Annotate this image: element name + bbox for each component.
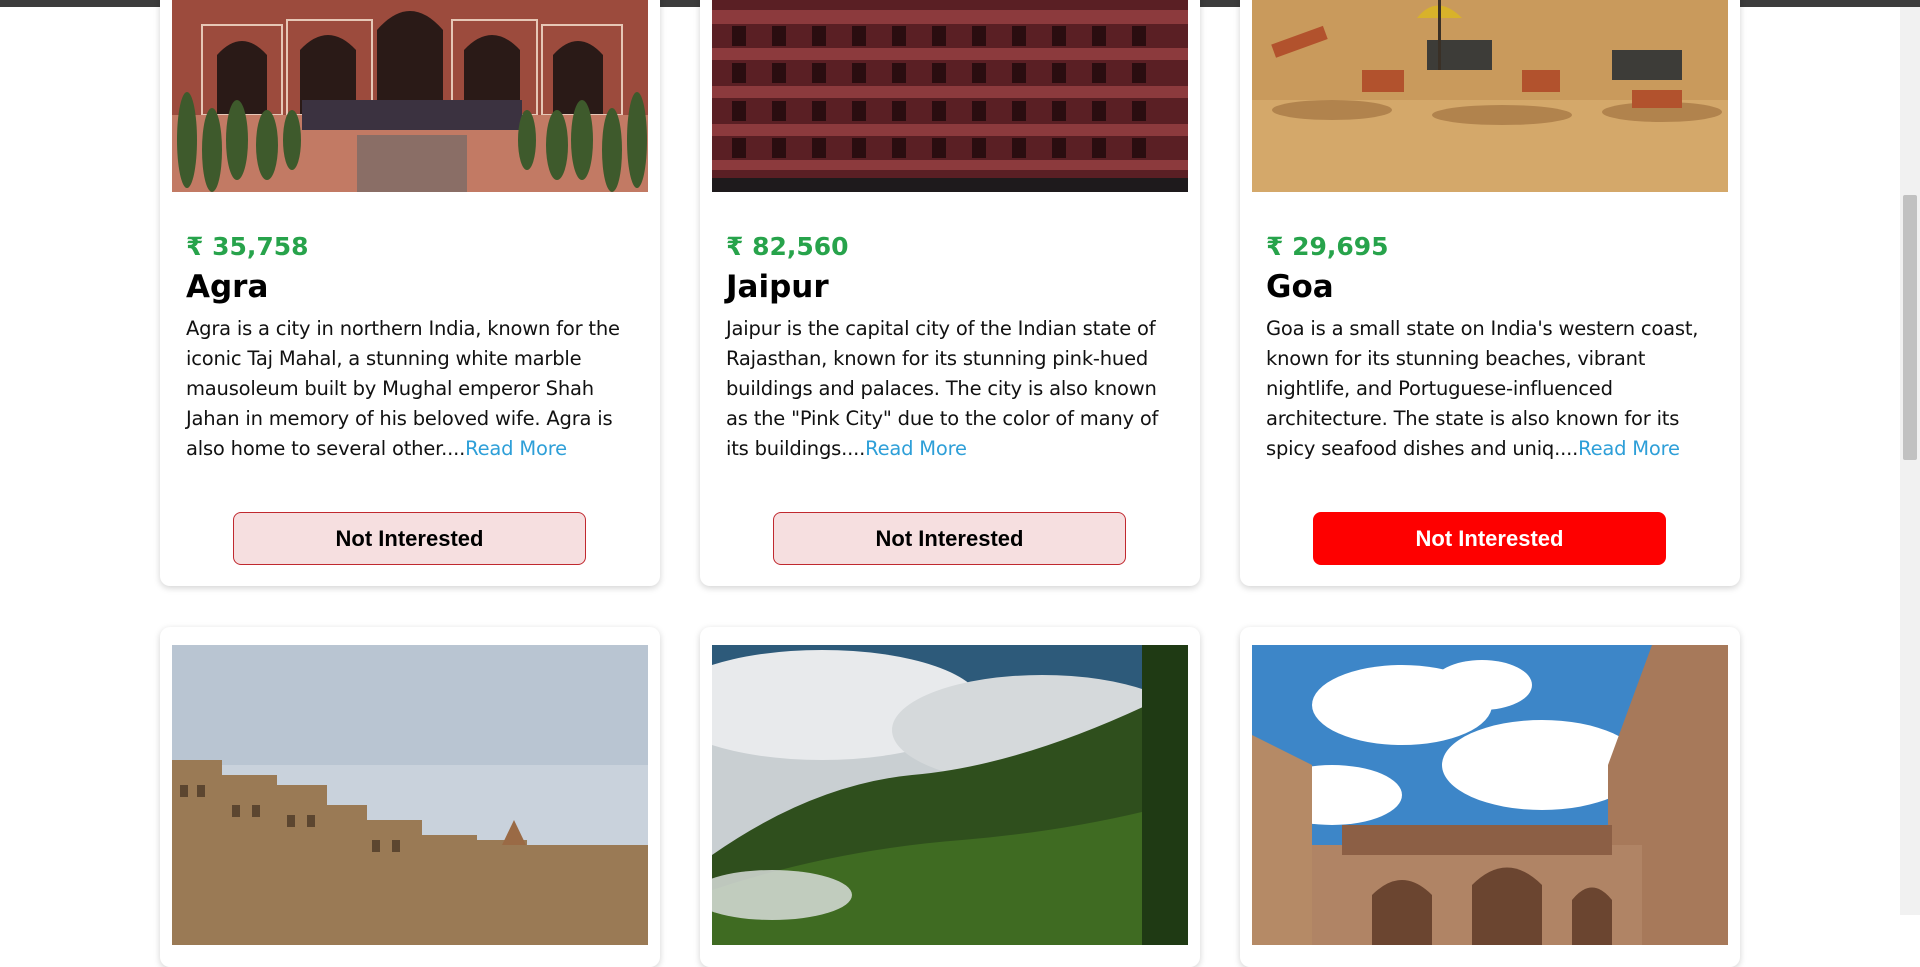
read-more-link[interactable]: Read More — [465, 437, 567, 460]
destination-title: Jaipur — [726, 269, 829, 305]
destination-card-jaipur: ₹ 82,560 Jaipur Jaipur is the capital ci… — [700, 0, 1200, 586]
destination-title: Goa — [1266, 269, 1334, 305]
destination-card-goa: ₹ 29,695 Goa Goa is a small state on Ind… — [1240, 0, 1740, 586]
scrollbar-thumb[interactable] — [1903, 195, 1917, 460]
price-label: ₹ 35,758 — [186, 232, 309, 261]
destination-title: Agra — [186, 269, 269, 305]
destination-card-agra: ₹ 35,758 Agra Agra is a city in northern… — [160, 0, 660, 586]
destination-description: Agra is a city in northern India, known … — [186, 314, 636, 464]
jodhpur-image — [1252, 645, 1728, 945]
destination-card-mountains — [700, 627, 1200, 967]
destination-description: Jaipur is the capital city of the Indian… — [726, 314, 1176, 464]
jaipur-image — [712, 0, 1188, 192]
vertical-scrollbar[interactable] — [1900, 7, 1920, 915]
price-label: ₹ 82,560 — [726, 232, 849, 261]
read-more-link[interactable]: Read More — [865, 437, 967, 460]
not-interested-button[interactable]: Not Interested — [773, 512, 1126, 565]
goa-image — [1252, 0, 1728, 192]
agra-image — [172, 0, 648, 192]
mountains-image — [712, 645, 1188, 945]
read-more-link[interactable]: Read More — [1578, 437, 1680, 460]
not-interested-button[interactable]: Not Interested — [1313, 512, 1666, 565]
price-label: ₹ 29,695 — [1266, 232, 1389, 261]
varanasi-image — [172, 645, 648, 945]
destination-card-jodhpur — [1240, 627, 1740, 967]
destination-card-varanasi — [160, 627, 660, 967]
destination-description: Goa is a small state on India's western … — [1266, 314, 1716, 464]
not-interested-button[interactable]: Not Interested — [233, 512, 586, 565]
